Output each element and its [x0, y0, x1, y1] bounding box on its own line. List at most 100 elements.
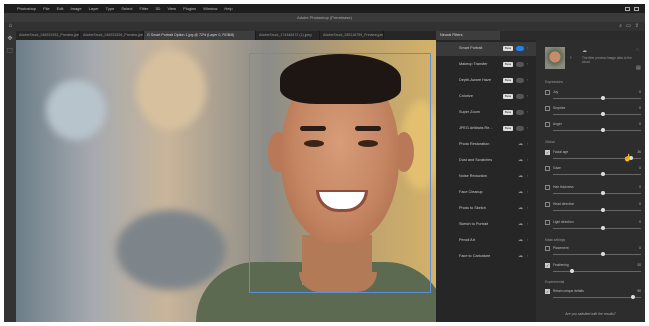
slider-knob[interactable] [631, 295, 635, 299]
info-icon[interactable]: › [527, 237, 528, 242]
info-icon[interactable]: › [527, 253, 528, 258]
menu-file[interactable]: File [43, 6, 49, 11]
menu-photoshop[interactable]: Photoshop [17, 6, 36, 11]
checkbox[interactable] [545, 166, 550, 171]
filter-depth-aware-haze[interactable]: Depth-Aware Haze Beta › [436, 74, 536, 88]
cloud-download-icon[interactable]: ☁ [518, 189, 523, 195]
menu-plugins[interactable]: Plugins [183, 6, 196, 11]
doc-tab[interactable]: AdobeStock_285118759_Preview.jpeg [320, 31, 384, 40]
menu-edit[interactable]: Edit [57, 6, 64, 11]
info-icon[interactable]: › [527, 157, 528, 162]
info-icon[interactable]: › [527, 109, 528, 114]
cloud-download-icon[interactable]: ☁ [518, 141, 523, 147]
filter-super-zoom[interactable]: Super Zoom Beta › [436, 106, 536, 120]
menu-filter[interactable]: Filter [139, 6, 148, 11]
checkbox[interactable] [545, 289, 550, 294]
menu-3d[interactable]: 3D [155, 6, 160, 11]
slider-track[interactable] [553, 174, 641, 175]
checkbox[interactable] [545, 263, 550, 268]
cloud-download-icon[interactable]: ☁ [518, 205, 523, 211]
slider-knob[interactable] [601, 252, 605, 256]
filter-photo-restoration[interactable]: Photo Restoration ☁ › [436, 138, 536, 152]
slider-track[interactable] [553, 210, 641, 211]
info-icon[interactable]: › [527, 189, 528, 194]
filter-toggle[interactable] [516, 94, 524, 99]
checkbox[interactable] [545, 202, 550, 207]
filter-colorize[interactable]: Colorize Beta › [436, 90, 536, 104]
filter-makeup-transfer[interactable]: Makeup Transfer Beta › [436, 58, 536, 72]
checkbox[interactable] [545, 122, 550, 127]
info-icon[interactable]: › [527, 125, 528, 130]
slider-track[interactable] [553, 271, 641, 272]
slider-track[interactable] [553, 98, 641, 99]
filter-toggle[interactable] [516, 78, 524, 83]
battery-icon[interactable] [625, 6, 630, 11]
slider-track[interactable] [553, 228, 641, 229]
filter-face-cleanup[interactable]: Face Cleanup ☁ › [436, 186, 536, 200]
checkbox[interactable] [545, 246, 550, 251]
menu-select[interactable]: Select [121, 6, 132, 11]
checkbox[interactable] [545, 90, 550, 95]
filter-noise-reduction[interactable]: Noise Reduction ☁ › [436, 170, 536, 184]
search-icon[interactable]: ⌕ [619, 23, 622, 29]
cloud-download-icon[interactable]: ☁ [518, 157, 523, 163]
share-icon[interactable]: ⇪ [635, 23, 639, 29]
slider-knob[interactable] [601, 191, 605, 195]
workspace-icon[interactable]: ▭ [626, 23, 631, 29]
cloud-download-icon[interactable]: ☁ [518, 173, 523, 179]
chevron-right-icon[interactable]: › [570, 55, 572, 61]
filter-toggle[interactable] [516, 46, 524, 51]
filter-photo-to-sketch[interactable]: Photo to Sketch ☁ › [436, 202, 536, 216]
info-icon[interactable]: › [527, 77, 528, 82]
slider-knob[interactable] [601, 226, 605, 230]
filter-face-to-caricature[interactable]: Face to Caricature ☁ › [436, 250, 536, 264]
menu-help[interactable]: Help [224, 6, 232, 11]
filter-toggle[interactable] [516, 110, 524, 115]
checkbox[interactable] [545, 106, 550, 111]
feedback-prompt[interactable]: Are you satisfied with the results? [536, 312, 645, 316]
menu-layer[interactable]: Layer [89, 6, 99, 11]
menu-type[interactable]: Type [106, 6, 115, 11]
cloud-download-icon[interactable]: ☁ [518, 253, 523, 259]
doc-tab[interactable]: AdobeStock_246931933_Preview.jpeg [16, 31, 80, 40]
marquee-tool-icon[interactable]: ⬚ [6, 47, 14, 55]
cloud-download-icon[interactable]: ☁ [518, 237, 523, 243]
layers-icon[interactable]: ▤ [636, 65, 641, 71]
doc-tab-active[interactable]: G Smart Portrait Option 1.jpg @ 72% (Lay… [144, 31, 256, 40]
slider-track[interactable] [553, 254, 641, 255]
slider-knob[interactable] [601, 112, 605, 116]
neural-filters-tab[interactable]: Neural Filters [436, 31, 500, 40]
slider-track[interactable] [553, 193, 641, 194]
slider-track[interactable] [553, 130, 641, 131]
checkbox[interactable] [545, 220, 550, 225]
info-icon[interactable]: › [527, 61, 528, 66]
info-icon[interactable]: › [527, 45, 528, 50]
slider-knob[interactable] [570, 269, 574, 273]
slider-track[interactable] [553, 297, 641, 298]
move-tool-icon[interactable]: ✥ [6, 35, 14, 43]
cloud-download-icon[interactable]: ☁ [518, 221, 523, 227]
filter-toggle[interactable] [516, 126, 524, 131]
menu-view[interactable]: View [167, 6, 176, 11]
slider-knob[interactable] [601, 172, 605, 176]
doc-tab[interactable]: AdobeStock_246931526_Preview.jpeg [80, 31, 144, 40]
filter-smart-portrait[interactable]: Smart Portrait Beta › [436, 42, 536, 56]
menu-image[interactable]: Image [71, 6, 82, 11]
checkbox[interactable] [545, 185, 550, 190]
settings-menu-icon[interactable]: ◌ [636, 47, 639, 53]
menu-window[interactable]: Window [203, 6, 217, 11]
wifi-icon[interactable] [634, 6, 639, 11]
slider-knob[interactable] [601, 128, 605, 132]
home-icon[interactable]: ⌂ [7, 23, 14, 30]
filter-pencil-art[interactable]: Pencil Art ☁ › [436, 234, 536, 248]
slider-knob[interactable] [601, 96, 605, 100]
info-icon[interactable]: › [527, 141, 528, 146]
filter-dust-scratches[interactable]: Dust and Scratches ☁ › [436, 154, 536, 168]
filter-sketch-to-portrait[interactable]: Sketch to Portrait ☁ › [436, 218, 536, 232]
doc-tab[interactable]: AdobeStock_174348472 (1).jpeg [256, 31, 320, 40]
document-canvas[interactable] [16, 40, 436, 322]
slider-track[interactable] [553, 114, 641, 115]
slider-knob[interactable] [601, 208, 605, 212]
checkbox[interactable] [545, 150, 550, 155]
info-icon[interactable]: › [527, 221, 528, 226]
